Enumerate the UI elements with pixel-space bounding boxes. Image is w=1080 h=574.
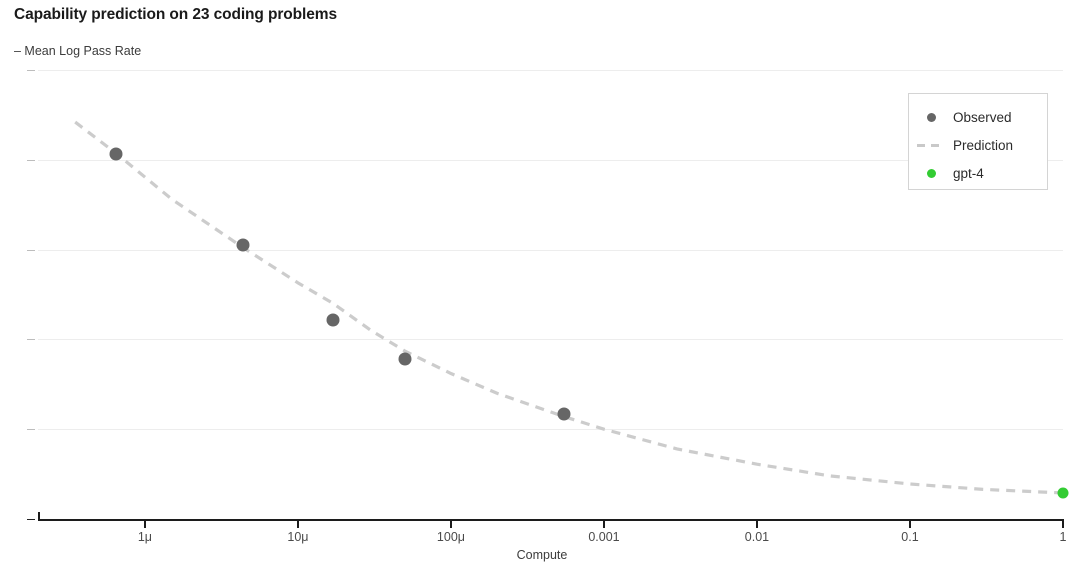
legend-label: Prediction [953,138,1014,153]
observed-data-point[interactable] [398,352,412,366]
observed-data-point[interactable] [109,147,123,160]
x-tick-mark [144,519,146,528]
observed-data-point[interactable] [326,313,340,327]
x-tick-mark [756,519,758,528]
legend-label: gpt-4 [953,166,984,181]
legend-item-observed[interactable]: Observed [909,103,1049,132]
x-tick-label: 1 [1059,530,1067,544]
x-tick-mark [909,519,911,528]
x-axis-label: Compute [516,548,568,562]
x-tick-label: 1μ [137,530,153,544]
observed-data-point[interactable] [557,407,571,421]
gpt-4-data-point[interactable] [1057,487,1069,499]
legend-label: Observed [953,110,1012,125]
x-tick-mark [1062,519,1064,528]
legend-marker-dot [909,108,953,128]
x-axis-origin-tick [38,512,40,520]
chart-figure: Capability prediction on 23 coding probl… [0,0,1080,574]
x-tick-mark [297,519,299,528]
x-tick-mark [603,519,605,528]
x-tick-label: 0.1 [901,530,919,544]
legend: Observed Prediction gpt-4 [908,93,1048,190]
x-tick-label: 10μ [287,530,309,544]
x-tick-label: 0.001 [588,530,620,544]
legend-dot-icon [926,169,936,178]
x-tick-label: 100μ [436,530,465,544]
prediction-curve-layer [74,120,1064,495]
legend-marker-dashed-line [909,136,953,156]
legend-item-gpt-4[interactable]: gpt-4 [909,159,1049,188]
legend-item-prediction[interactable]: Prediction [909,131,1049,160]
legend-marker-dot [909,164,953,184]
observed-data-point[interactable] [236,238,250,252]
legend-dot-icon [926,113,936,122]
x-tick-label: 0.01 [744,530,770,544]
x-tick-mark [450,519,452,528]
legend-dashed-line-icon [917,144,945,147]
